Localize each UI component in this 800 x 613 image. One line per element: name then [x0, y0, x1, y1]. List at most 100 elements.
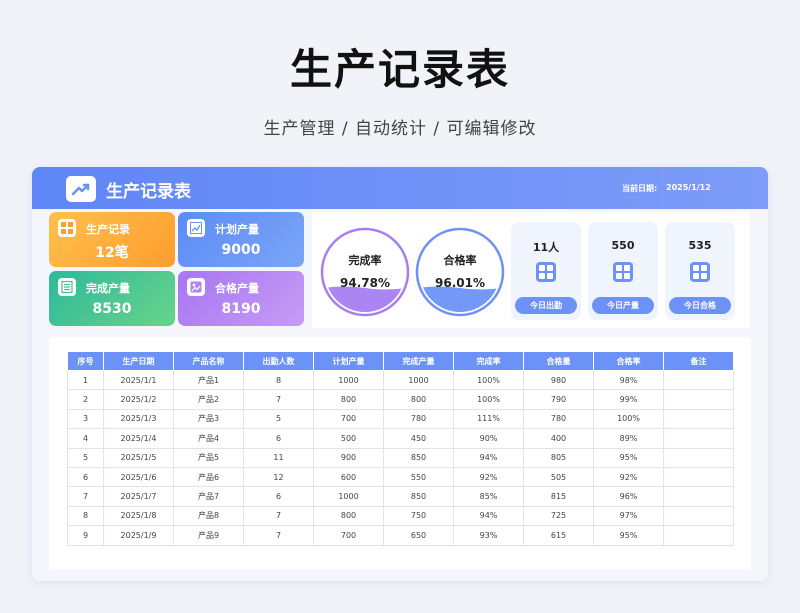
cell-qualified[interactable]: 725: [523, 505, 594, 527]
table-row[interactable]: 5 2025/1/5 产品5 11 900 850 94% 805 95%: [67, 447, 734, 468]
cell-qualified-rate[interactable]: 95%: [593, 525, 664, 546]
cell-index[interactable]: 1: [67, 369, 104, 391]
cell-attendance[interactable]: 7: [243, 505, 314, 527]
cell-completion-rate[interactable]: 93%: [453, 525, 524, 546]
header-planned[interactable]: 计划产量: [313, 351, 384, 371]
cell-product[interactable]: 产品2: [173, 389, 244, 410]
cell-qualified[interactable]: 790: [523, 389, 594, 410]
cell-completed[interactable]: 800: [383, 389, 454, 410]
cell-remarks[interactable]: [663, 486, 734, 507]
cell-completion-rate[interactable]: 92%: [453, 466, 524, 488]
cell-completed[interactable]: 850: [383, 486, 454, 507]
cell-attendance[interactable]: 5: [243, 408, 314, 430]
table-row[interactable]: 9 2025/1/9 产品9 7 700 650 93% 615 95%: [67, 525, 734, 546]
cell-completion-rate[interactable]: 85%: [453, 486, 524, 507]
cell-planned[interactable]: 600: [313, 466, 384, 488]
cell-qualified-rate[interactable]: 92%: [593, 466, 664, 488]
cell-remarks[interactable]: [663, 505, 734, 527]
cell-qualified-rate[interactable]: 95%: [593, 447, 664, 468]
cell-planned[interactable]: 1000: [313, 369, 384, 391]
today-output-button[interactable]: 今日产量: [592, 297, 654, 314]
cell-qualified-rate[interactable]: 96%: [593, 486, 664, 507]
stat-card-completed[interactable]: 完成产量 8530: [49, 271, 175, 326]
cell-completion-rate[interactable]: 94%: [453, 447, 524, 468]
cell-index[interactable]: 7: [67, 486, 104, 507]
table-row[interactable]: 7 2025/1/7 产品7 6 1000 850 85% 815 96%: [67, 486, 734, 507]
header-remarks[interactable]: 备注: [663, 351, 734, 371]
cell-completion-rate[interactable]: 94%: [453, 505, 524, 527]
cell-product[interactable]: 产品4: [173, 428, 244, 449]
cell-date[interactable]: 2025/1/3: [103, 408, 174, 430]
cell-product[interactable]: 产品5: [173, 447, 244, 468]
cell-qualified-rate[interactable]: 99%: [593, 389, 664, 410]
cell-planned[interactable]: 900: [313, 447, 384, 468]
cell-completed[interactable]: 750: [383, 505, 454, 527]
cell-completion-rate[interactable]: 111%: [453, 408, 524, 430]
cell-remarks[interactable]: [663, 447, 734, 468]
cell-product[interactable]: 产品3: [173, 408, 244, 430]
header-completed[interactable]: 完成产量: [383, 351, 454, 371]
header-qualified-rate[interactable]: 合格率: [593, 351, 664, 371]
cell-product[interactable]: 产品8: [173, 505, 244, 527]
cell-attendance[interactable]: 12: [243, 466, 314, 488]
cell-completion-rate[interactable]: 100%: [453, 389, 524, 410]
header-date[interactable]: 生产日期: [103, 351, 174, 371]
table-row[interactable]: 1 2025/1/1 产品1 8 1000 1000 100% 980 98%: [67, 369, 734, 391]
stat-card-records[interactable]: 生产记录 12笔: [49, 212, 175, 267]
cell-date[interactable]: 2025/1/9: [103, 525, 174, 546]
cell-remarks[interactable]: [663, 525, 734, 546]
stat-card-qualified[interactable]: 合格产量 8190: [178, 271, 304, 326]
cell-attendance[interactable]: 7: [243, 525, 314, 546]
cell-product[interactable]: 产品6: [173, 466, 244, 488]
cell-index[interactable]: 6: [67, 466, 104, 488]
table-row[interactable]: 8 2025/1/8 产品8 7 800 750 94% 725 97%: [67, 505, 734, 527]
cell-completed[interactable]: 780: [383, 408, 454, 430]
cell-attendance[interactable]: 7: [243, 389, 314, 410]
stat-card-planned[interactable]: 计划产量 9000: [178, 212, 304, 267]
cell-remarks[interactable]: [663, 389, 734, 410]
cell-date[interactable]: 2025/1/7: [103, 486, 174, 507]
cell-qualified[interactable]: 505: [523, 466, 594, 488]
cell-completed[interactable]: 1000: [383, 369, 454, 391]
cell-completion-rate[interactable]: 100%: [453, 369, 524, 391]
cell-qualified-rate[interactable]: 98%: [593, 369, 664, 391]
cell-index[interactable]: 2: [67, 389, 104, 410]
header-product[interactable]: 产品名称: [173, 351, 244, 371]
cell-qualified[interactable]: 815: [523, 486, 594, 507]
cell-remarks[interactable]: [663, 466, 734, 488]
cell-completed[interactable]: 550: [383, 466, 454, 488]
cell-planned[interactable]: 700: [313, 525, 384, 546]
cell-remarks[interactable]: [663, 428, 734, 449]
cell-planned[interactable]: 1000: [313, 486, 384, 507]
cell-completed[interactable]: 850: [383, 447, 454, 468]
cell-attendance[interactable]: 8: [243, 369, 314, 391]
cell-qualified-rate[interactable]: 89%: [593, 428, 664, 449]
cell-qualified[interactable]: 615: [523, 525, 594, 546]
cell-remarks[interactable]: [663, 408, 734, 430]
cell-planned[interactable]: 500: [313, 428, 384, 449]
cell-date[interactable]: 2025/1/5: [103, 447, 174, 468]
table-row[interactable]: 3 2025/1/3 产品3 5 700 780 111% 780 100%: [67, 408, 734, 430]
cell-index[interactable]: 8: [67, 505, 104, 527]
cell-index[interactable]: 3: [67, 408, 104, 430]
header-index[interactable]: 序号: [67, 351, 104, 371]
cell-date[interactable]: 2025/1/6: [103, 466, 174, 488]
cell-completed[interactable]: 650: [383, 525, 454, 546]
cell-qualified[interactable]: 780: [523, 408, 594, 430]
cell-completed[interactable]: 450: [383, 428, 454, 449]
cell-qualified[interactable]: 980: [523, 369, 594, 391]
header-qualified[interactable]: 合格量: [523, 351, 594, 371]
cell-product[interactable]: 产品9: [173, 525, 244, 546]
cell-planned[interactable]: 800: [313, 389, 384, 410]
header-attendance[interactable]: 出勤人数: [243, 351, 314, 371]
cell-qualified[interactable]: 805: [523, 447, 594, 468]
cell-index[interactable]: 5: [67, 447, 104, 468]
cell-completion-rate[interactable]: 90%: [453, 428, 524, 449]
cell-date[interactable]: 2025/1/4: [103, 428, 174, 449]
header-completion-rate[interactable]: 完成率: [453, 351, 524, 371]
cell-qualified[interactable]: 400: [523, 428, 594, 449]
cell-attendance[interactable]: 6: [243, 486, 314, 507]
cell-attendance[interactable]: 6: [243, 428, 314, 449]
table-row[interactable]: 4 2025/1/4 产品4 6 500 450 90% 400 89%: [67, 428, 734, 449]
cell-planned[interactable]: 800: [313, 505, 384, 527]
